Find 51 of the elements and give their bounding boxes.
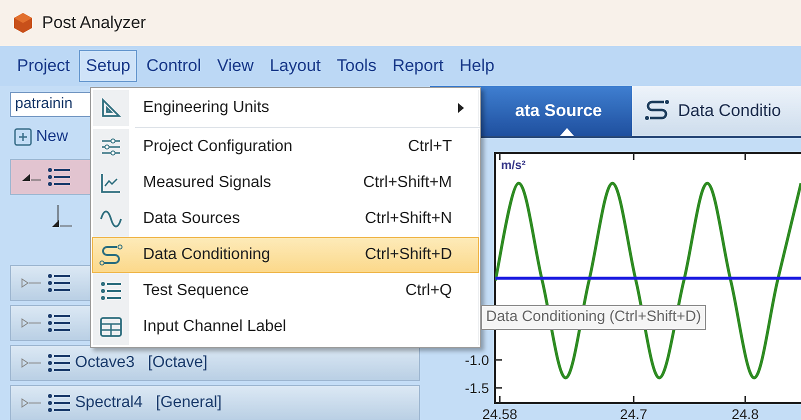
tree-row[interactable]: Octave3 [Octave] — [10, 344, 420, 380]
x-tick-label: 24.7 — [620, 406, 648, 420]
y-axis-unit: m/s² — [501, 158, 526, 172]
tree-label: Spectral4 [General] — [75, 392, 222, 412]
menu-item[interactable]: Layout — [262, 50, 328, 82]
y-tick-label: -1.0 — [464, 352, 489, 368]
y-tick-mark — [495, 387, 502, 389]
collapsed-triangle-icon — [21, 398, 43, 408]
menu-item[interactable]: Test Sequence Ctrl+Q — [92, 273, 479, 309]
tree-row[interactable]: Spectral4 [General] — [10, 384, 420, 420]
x-tick-label: 24.8 — [732, 406, 759, 420]
menu-item[interactable]: Help — [452, 50, 502, 82]
list-icon — [47, 392, 71, 412]
collapsed-triangle-icon — [21, 358, 43, 368]
new-button[interactable]: New — [10, 124, 72, 148]
menu-item[interactable]: Project Configuration Ctrl+T — [92, 129, 479, 165]
tree-connector-icon — [50, 204, 74, 228]
table-icon — [99, 315, 123, 339]
submenu-arrow-icon — [458, 103, 464, 113]
list-icon — [47, 272, 71, 292]
plus-icon — [14, 128, 32, 146]
app-logo-icon — [12, 12, 34, 34]
list-icon — [47, 312, 71, 332]
menu-item[interactable]: Report — [385, 50, 450, 82]
menu-item[interactable]: Data Sources Ctrl+Shift+N — [92, 201, 479, 237]
list-icon — [99, 279, 123, 303]
list-icon — [47, 352, 71, 372]
menu-item[interactable]: Tools — [330, 50, 384, 82]
list-icon — [47, 166, 71, 186]
menu-item[interactable]: View — [210, 50, 261, 82]
collapsed-triangle-icon — [21, 318, 43, 328]
expanded-triangle-icon — [21, 172, 43, 182]
line-chart-icon — [99, 171, 123, 195]
triangle-ruler-icon — [99, 96, 123, 120]
menu-item[interactable]: Control — [139, 50, 208, 82]
menu-item[interactable]: Project — [10, 50, 77, 82]
menu-item[interactable]: Setup — [78, 50, 138, 82]
menu-item[interactable]: Engineering Units — [92, 90, 479, 126]
menu-item[interactable]: Measured Signals Ctrl+Shift+M — [92, 165, 479, 201]
collapsed-triangle-icon — [21, 278, 43, 288]
data-conditioning-icon — [99, 243, 123, 267]
y-tick-mark — [495, 359, 502, 361]
menu-item[interactable]: Input Channel Label — [92, 309, 479, 345]
selected-indicator-icon — [560, 128, 574, 136]
tooltip: Data Conditioning (Ctrl+Shift+D) — [481, 305, 706, 330]
tree-label: Octave3 [Octave] — [75, 352, 208, 372]
tab[interactable]: Data Conditio — [632, 86, 801, 136]
menu-item[interactable]: Data Conditioning Ctrl+Shift+D — [92, 237, 479, 273]
x-tick-label: 24.58 — [482, 406, 518, 420]
window-title: Post Analyzer — [42, 12, 146, 34]
y-tick-label: -1.5 — [464, 380, 489, 396]
